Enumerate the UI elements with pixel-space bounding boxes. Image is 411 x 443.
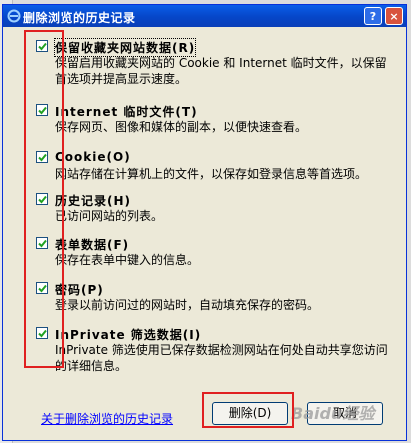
dialog-title: 删除浏览的历史记录 [23, 11, 136, 25]
close-button[interactable]: × [385, 7, 403, 25]
delete-button-highlight [202, 392, 294, 428]
option-label: 保留收藏夹网站数据(R) [53, 38, 197, 57]
title-bar[interactable]: 删除浏览的历史记录 ? × [3, 5, 406, 27]
ie-icon [7, 9, 21, 23]
option-description: 网站存储在计算机上的文件，以保存如登录信息等首选项。 [55, 167, 368, 181]
baidu-watermark: Baidu经验 [291, 404, 375, 423]
option-description: 保留启用收藏夹网站的 Cookie 和 Internet 临时文件，以保留首选项… [55, 56, 387, 86]
checkbox-column-highlight [24, 30, 64, 368]
option-label: 历史记录(H) [55, 194, 132, 208]
help-button[interactable]: ? [364, 7, 382, 25]
option-description: 保存在表单中键入的信息。 [55, 253, 200, 267]
option-description: 已访问网站的列表。 [55, 209, 164, 223]
option-label: Internet 临时文件(T) [55, 105, 198, 119]
option-description: 登录以前访问过的网站时，自动填充保存的密码。 [55, 298, 320, 312]
about-delete-history-link[interactable]: 关于删除浏览的历史记录 [41, 410, 173, 427]
option-label: Cookie(O) [55, 150, 131, 164]
option-description: InPrivate 筛选使用已保存数据检测网站在何处自动共享您访问的详细信息。 [55, 343, 388, 373]
option-label: InPrivate 筛选数据(I) [55, 328, 202, 342]
option-description: 保存网页、图像和媒体的副本，以便快速查看。 [55, 120, 308, 134]
option-label: 表单数据(F) [55, 238, 130, 252]
